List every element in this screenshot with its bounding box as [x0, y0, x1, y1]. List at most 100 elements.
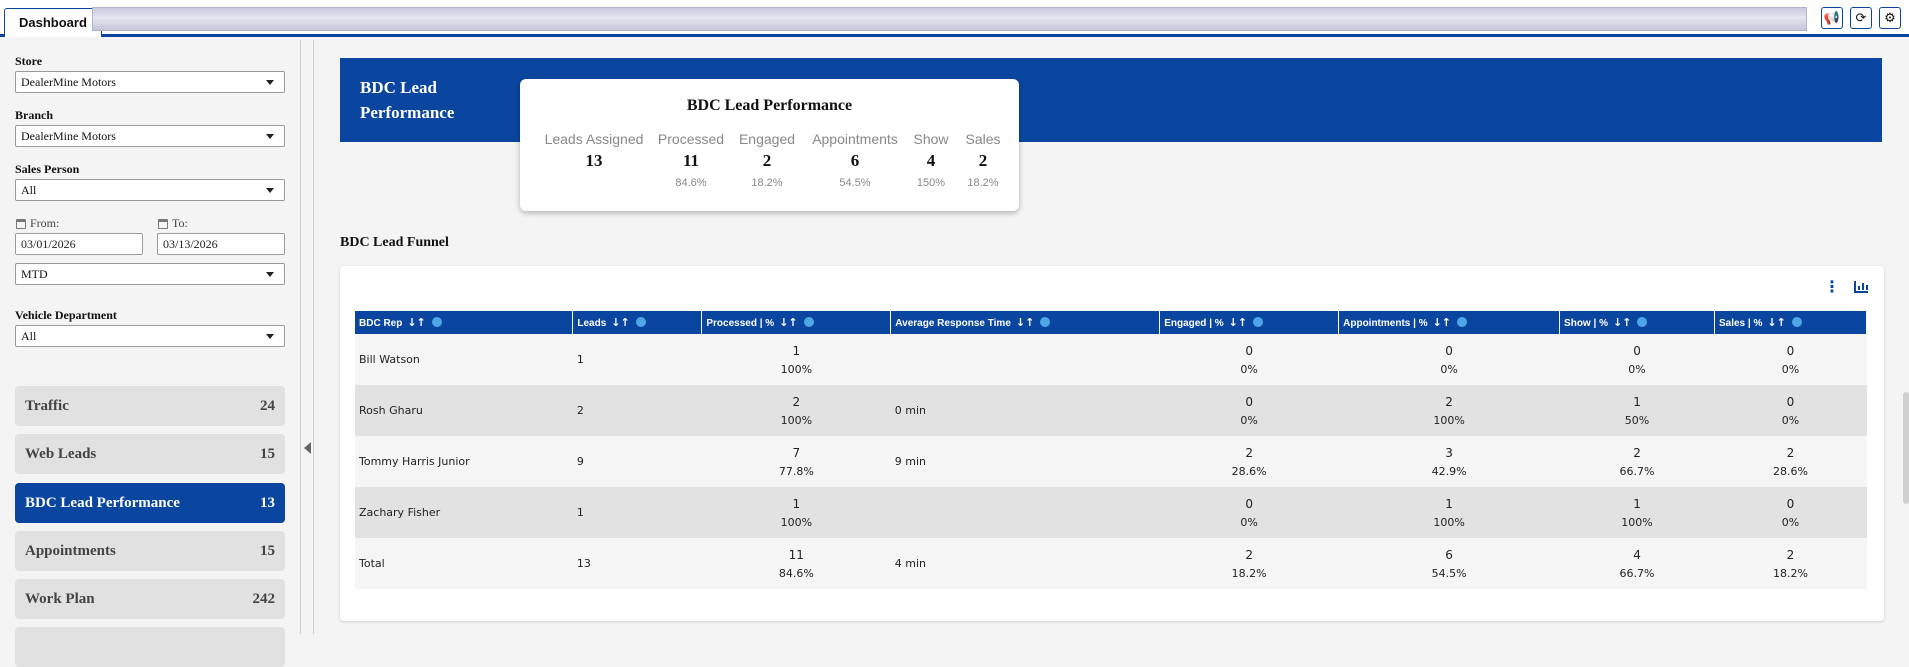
cell-leads: 9: [572, 436, 702, 487]
info-icon[interactable]: [1253, 317, 1264, 327]
sort-icon[interactable]: ↓↑: [611, 316, 629, 329]
info-icon[interactable]: [1457, 317, 1468, 327]
sidebar-item-appointments[interactable]: Appointments 15: [15, 531, 285, 571]
appointments-percent: 100%: [1433, 515, 1465, 529]
page-title: BDC Lead Performance: [360, 78, 455, 122]
metric-label: Processed: [657, 131, 725, 147]
cell-bdc-rep: Bill Watson: [355, 334, 573, 385]
column-header-engaged[interactable]: Engaged | % ↓↑: [1159, 311, 1340, 334]
metric-processed: Processed 11 84.6%: [653, 131, 729, 189]
sales-person-select[interactable]: All: [15, 179, 285, 201]
engaged-count: 2: [1245, 445, 1253, 460]
info-icon[interactable]: [803, 317, 814, 327]
column-header-average-response-time[interactable]: Average Response Time ↓↑: [890, 311, 1161, 334]
cell-leads: 1: [572, 487, 702, 538]
sidebar-item-traffic[interactable]: Traffic 24: [15, 386, 285, 426]
table-row[interactable]: Rosh Gharu 2 2 100% 0 min 0 0% 2 100% 1 50% 0 0%: [355, 385, 1867, 436]
sidebar-item-label: Work Plan: [25, 590, 95, 607]
info-icon[interactable]: [635, 317, 646, 327]
processed-count: 1: [792, 496, 801, 511]
cell-processed: 1 100%: [701, 334, 891, 385]
sales-person-select-value: All: [21, 183, 37, 197]
sidebar-item-web-leads[interactable]: Web Leads 15: [15, 434, 285, 474]
metric-percent: 150%: [916, 177, 946, 189]
sort-icon[interactable]: ↓↑: [1229, 316, 1247, 329]
cell-bdc-rep: Rosh Gharu: [355, 385, 573, 436]
sidebar-item-work-plan[interactable]: Work Plan 242: [15, 579, 285, 619]
table-row[interactable]: Tommy Harris Junior 9 7 77.8% 9 min 2 28.6% 3 42…: [355, 436, 1867, 487]
cell-sales: 0 0%: [1714, 385, 1867, 436]
store-select-value: DealerMine Motors: [21, 75, 116, 89]
sort-icon[interactable]: ↓↑: [407, 316, 425, 329]
funnel-card: ⋮ BDC Rep ↓↑ Leads ↓↑ Processed | % ↓↑ Aver…: [340, 266, 1884, 621]
chart-icon[interactable]: [1854, 281, 1868, 293]
metric-label: Engaged: [738, 131, 796, 147]
sort-icon[interactable]: ↓↑: [779, 316, 797, 329]
period-select-value: MTD: [21, 267, 48, 281]
refresh-icon[interactable]: ⟳: [1850, 7, 1872, 29]
info-icon[interactable]: [1040, 317, 1051, 327]
metric-label: Leads Assigned: [544, 131, 644, 147]
sidebar-item-count: 242: [252, 590, 276, 607]
cell-engaged: 2 18.2%: [1159, 538, 1339, 589]
cell-engaged: 0 0%: [1159, 334, 1339, 385]
sidebar-item-count: 24: [260, 397, 275, 414]
sort-icon[interactable]: ↓↑: [1613, 316, 1631, 329]
gear-icon[interactable]: ⚙: [1879, 7, 1901, 29]
sales-count: 2: [1786, 547, 1795, 562]
sales-percent: 0%: [1781, 515, 1800, 529]
processed-percent: 84.6%: [778, 566, 814, 580]
appointments-count: 3: [1445, 445, 1453, 460]
sidebar-item-bdc-lead-performance[interactable]: BDC Lead Performance 13: [15, 483, 285, 523]
cell-bdc-rep: Total: [355, 538, 573, 589]
table-row[interactable]: Total 13 11 84.6% 4 min 2 18.2% 6 54.5% 4 66.7% 2 18…: [355, 538, 1867, 589]
column-header-show[interactable]: Show | % ↓↑: [1559, 311, 1715, 334]
engaged-percent: 28.6%: [1231, 464, 1267, 478]
vehicle-department-select[interactable]: All: [15, 325, 285, 347]
info-icon[interactable]: [1791, 317, 1802, 327]
branch-select[interactable]: DealerMine Motors: [15, 125, 285, 147]
column-header-leads[interactable]: Leads ↓↑: [572, 311, 703, 334]
sidebar-item-label: Traffic: [25, 397, 69, 414]
info-icon[interactable]: [1637, 317, 1648, 327]
megaphone-icon[interactable]: 📢: [1821, 7, 1843, 29]
sort-icon[interactable]: ↓↑: [1433, 316, 1451, 329]
period-select[interactable]: MTD: [15, 263, 285, 285]
cell-show: 1 100%: [1559, 487, 1715, 538]
column-header-processed[interactable]: Processed | % ↓↑: [701, 311, 892, 334]
sidebar-splitter[interactable]: [300, 40, 314, 634]
cell-show: 1 50%: [1559, 385, 1715, 436]
column-header-appointments[interactable]: Appointments | % ↓↑: [1338, 311, 1561, 334]
more-options-icon[interactable]: ⋮: [1824, 279, 1840, 295]
page-scrollbar[interactable]: [1903, 392, 1909, 504]
table-row[interactable]: Bill Watson 1 1 100% 0 0% 0 0% 0 0% 0 0%: [355, 334, 1867, 385]
column-header-bdc-rep[interactable]: BDC Rep ↓↑: [355, 311, 574, 334]
store-label: Store: [15, 54, 43, 68]
table-row[interactable]: Zachary Fisher 1 1 100% 0 0% 1 100% 1 100% 0 0%: [355, 487, 1867, 538]
store-select[interactable]: DealerMine Motors: [15, 71, 285, 93]
appointments-count: 1: [1445, 496, 1453, 511]
sidebar-item-count: 15: [260, 542, 275, 559]
cell-average-response-time: 9 min: [890, 436, 1160, 487]
sort-icon[interactable]: ↓↑: [1016, 316, 1034, 329]
to-date-input[interactable]: 03/13/2026: [157, 233, 285, 255]
from-date-input[interactable]: 03/01/2026: [15, 233, 143, 255]
show-percent: 0%: [1628, 362, 1646, 376]
show-percent: 50%: [1624, 413, 1650, 427]
chevron-down-icon: [266, 134, 274, 139]
engaged-percent: 18.2%: [1231, 566, 1267, 580]
tab-dashboard[interactable]: Dashboard: [4, 8, 102, 37]
processed-percent: 100%: [780, 413, 813, 427]
sidebar-item-partial[interactable]: [15, 627, 285, 667]
cell-show: 4 66.7%: [1559, 538, 1715, 589]
collapse-arrow-icon[interactable]: [304, 442, 311, 454]
appointments-count: 2: [1445, 394, 1453, 409]
sort-icon[interactable]: ↓↑: [1767, 316, 1785, 329]
cell-appointments: 1 100%: [1338, 487, 1560, 538]
appointments-percent: 100%: [1433, 413, 1465, 427]
metric-value: 2: [762, 151, 772, 170]
column-header-sales[interactable]: Sales | % ↓↑: [1714, 311, 1868, 334]
processed-percent: 100%: [780, 362, 813, 376]
performance-summary-card: BDC Lead Performance Leads Assigned 13 P…: [520, 79, 1019, 211]
info-icon[interactable]: [431, 317, 442, 327]
